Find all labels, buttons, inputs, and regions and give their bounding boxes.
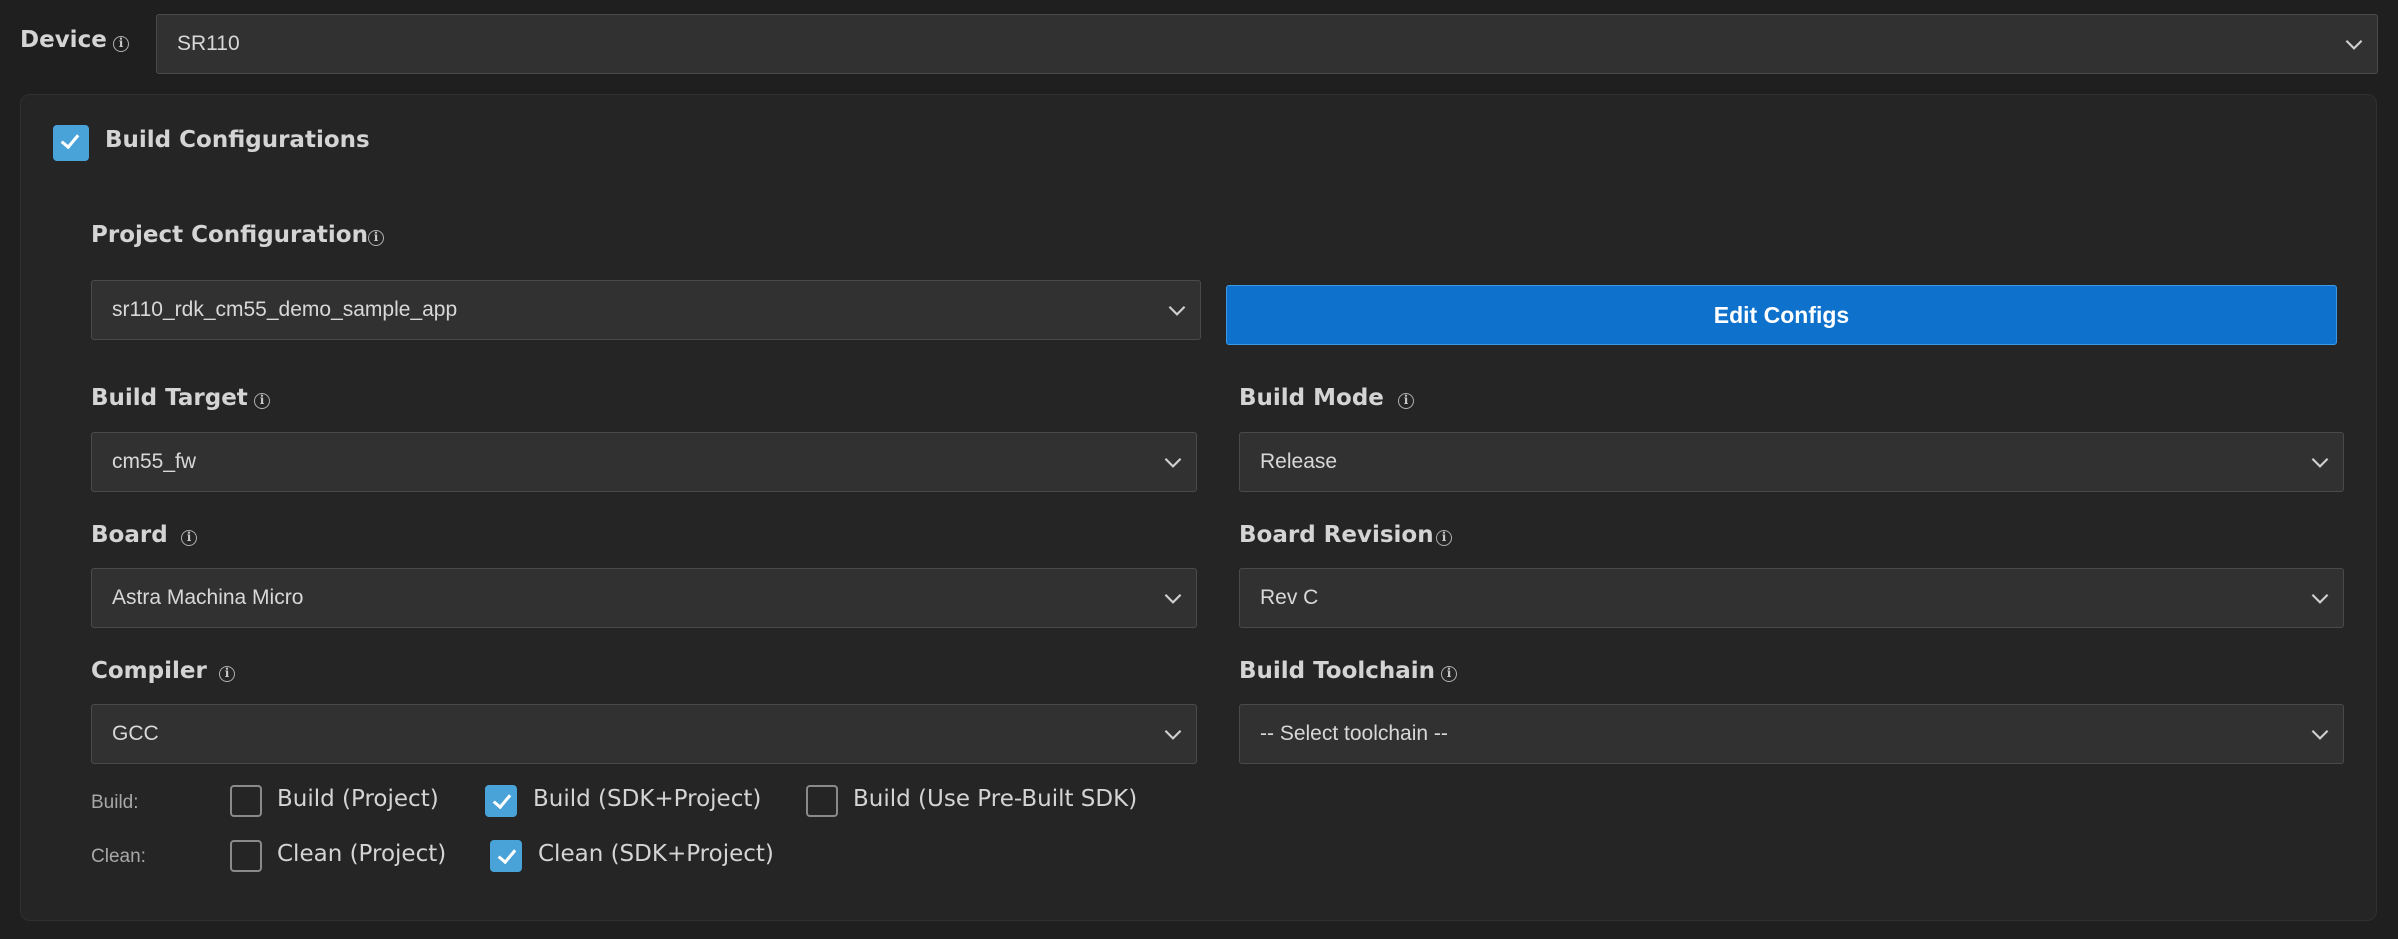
build-sdk-project-checkbox[interactable] (485, 785, 517, 817)
edit-configs-button[interactable]: Edit Configs (1226, 285, 2337, 345)
clean-sdk-project-checkbox[interactable] (490, 840, 522, 872)
device-select-value: SR110 (177, 32, 240, 55)
clean-sdk-project-label[interactable]: Clean (SDK+Project) (538, 841, 774, 867)
build-mode-label: Build Mode (1239, 385, 1384, 411)
build-toolchain-value: -- Select toolchain -- (1260, 722, 1448, 745)
chevron-down-icon (2311, 729, 2329, 740)
project-configuration-label: Project Configuration (91, 222, 368, 248)
clean-project-checkbox[interactable] (230, 840, 262, 872)
project-configuration-value: sr110_rdk_cm55_demo_sample_app (112, 298, 458, 321)
build-mode-select[interactable]: Release (1239, 432, 2344, 492)
chevron-down-icon (1164, 593, 1182, 604)
info-icon[interactable] (181, 530, 197, 546)
board-revision-select[interactable]: Rev C (1239, 568, 2344, 628)
build-toolchain-select[interactable]: -- Select toolchain -- (1239, 704, 2344, 764)
build-configurations-checkbox[interactable] (53, 125, 89, 161)
info-icon[interactable] (254, 393, 270, 409)
compiler-label: Compiler (91, 658, 207, 684)
device-label: Device (20, 27, 107, 53)
project-configuration-select[interactable]: sr110_rdk_cm55_demo_sample_app (91, 280, 1201, 340)
build-sdk-project-label[interactable]: Build (SDK+Project) (533, 786, 761, 812)
build-target-label: Build Target (91, 385, 248, 411)
build-use-prebuilt-sdk-label[interactable]: Build (Use Pre-Built SDK) (853, 786, 1137, 812)
clean-row-label: Clean: (91, 846, 146, 867)
build-row-label: Build: (91, 792, 139, 813)
build-toolchain-label: Build Toolchain (1239, 658, 1436, 684)
chevron-down-icon (1168, 305, 1186, 316)
info-icon[interactable] (1398, 393, 1414, 409)
info-icon[interactable] (113, 36, 129, 52)
chevron-down-icon (1164, 729, 1182, 740)
chevron-down-icon (2311, 457, 2329, 468)
board-revision-value: Rev C (1260, 586, 1319, 609)
build-mode-value: Release (1260, 450, 1338, 473)
build-configurations-title: Build Configurations (105, 127, 370, 153)
compiler-value: GCC (112, 722, 159, 745)
build-project-checkbox[interactable] (230, 785, 262, 817)
board-label: Board (91, 522, 168, 548)
device-select[interactable]: SR110 (156, 14, 2378, 74)
info-icon[interactable] (219, 666, 235, 682)
build-project-label[interactable]: Build (Project) (277, 786, 439, 812)
compiler-select[interactable]: GCC (91, 704, 1197, 764)
chevron-down-icon (2311, 593, 2329, 604)
chevron-down-icon (1164, 457, 1182, 468)
build-target-value: cm55_fw (112, 450, 197, 473)
board-select[interactable]: Astra Machina Micro (91, 568, 1197, 628)
build-use-prebuilt-sdk-checkbox[interactable] (806, 785, 838, 817)
info-icon[interactable] (1436, 530, 1452, 546)
clean-project-label[interactable]: Clean (Project) (277, 841, 446, 867)
build-target-select[interactable]: cm55_fw (91, 432, 1197, 492)
info-icon[interactable] (368, 230, 384, 246)
board-value: Astra Machina Micro (112, 586, 304, 609)
info-icon[interactable] (1441, 666, 1457, 682)
board-revision-label: Board Revision (1239, 522, 1434, 548)
chevron-down-icon (2345, 39, 2363, 50)
